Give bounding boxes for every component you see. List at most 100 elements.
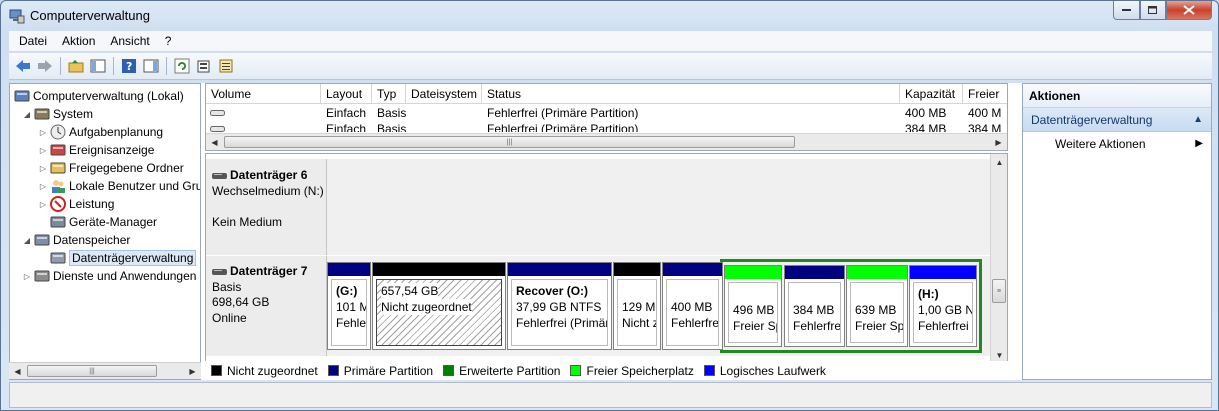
- disk-management-icon: [50, 252, 66, 264]
- scroll-thumb[interactable]: |||: [27, 365, 157, 377]
- disk-6-partitions-area: [327, 159, 991, 255]
- collapsed-arrow-icon[interactable]: ▷: [38, 200, 48, 209]
- partition-block[interactable]: 384 MB Fehlerfrei: [784, 265, 845, 347]
- col-status-header[interactable]: Status: [482, 84, 900, 104]
- partition-size: 129 MB: [622, 300, 656, 314]
- partition-legend: Nicht zugeordnet Primäre Partition Erweite…: [205, 361, 1008, 380]
- disk-drive-icon: [212, 172, 227, 179]
- expanded-arrow-icon[interactable]: ◢: [22, 236, 32, 245]
- scroll-thumb[interactable]: |||: [224, 136, 795, 148]
- back-button[interactable]: [13, 56, 33, 76]
- col-typ-header[interactable]: Typ: [372, 84, 406, 104]
- col-dateisystem-header[interactable]: Dateisystem: [406, 84, 482, 104]
- legend-item: Nicht zugeordnet: [211, 364, 318, 378]
- actions-pane: Aktionen Datenträgerverwaltung ▲ Weitere …: [1022, 83, 1212, 380]
- partition-size: 639 MB: [855, 303, 897, 317]
- collapsed-arrow-icon[interactable]: ▷: [38, 128, 48, 137]
- partition-block[interactable]: (H:) 1,00 GB NTFS Fehlerfrei: [909, 265, 977, 347]
- volume-list-horizontal-scrollbar[interactable]: ◀ ||| ▶: [206, 133, 1007, 150]
- partition-size: 496 MB: [733, 303, 775, 317]
- disk-7-partitions-area: (G:)101 MBFehlerfrei657,54 GBNicht zugeo…: [327, 256, 991, 356]
- properties-button[interactable]: [194, 56, 214, 76]
- collapsed-arrow-icon[interactable]: ▷: [22, 272, 32, 281]
- partition-color-bar: [328, 263, 370, 276]
- col-layout-header[interactable]: Layout: [321, 84, 372, 104]
- tree-item[interactable]: ◢ Datenspeicher: [22, 231, 130, 249]
- help-button[interactable]: ?: [119, 56, 139, 76]
- partition-status: Fehlerfrei: [793, 319, 841, 333]
- scroll-left-icon[interactable]: ◀: [206, 134, 223, 150]
- disk-size: 698,64 GB: [212, 295, 270, 309]
- title-bar[interactable]: Computerverwaltung: [1, 1, 1218, 31]
- export-list-button[interactable]: [216, 56, 236, 76]
- partition-block[interactable]: Recover (O:) 37,99 GB NTFS Fehlerfrei (Pri…: [507, 262, 612, 350]
- collapsed-arrow-icon[interactable]: ▷: [38, 182, 48, 191]
- tree-item-label: Geräte-Manager: [69, 215, 158, 229]
- collapsed-arrow-icon[interactable]: ▷: [38, 164, 48, 173]
- legend-item: Logisches Laufwerk: [703, 364, 826, 378]
- disk-view-vertical-scrollbar[interactable]: ▲ ≡ ▼: [990, 154, 1007, 363]
- scroll-left-icon[interactable]: ◀: [9, 363, 26, 379]
- tree-item[interactable]: ▷ Freigegebene Ordner: [38, 159, 184, 177]
- col-freier-header[interactable]: Freier: [963, 84, 1007, 104]
- more-actions-item[interactable]: Weitere Aktionen ▶: [1023, 132, 1211, 156]
- col-volume-header[interactable]: Volume: [206, 84, 321, 104]
- partition-size: 657,54 GB: [381, 283, 439, 299]
- tree-item[interactable]: ▷ Ereignisanzeige: [38, 141, 154, 159]
- tree-item[interactable]: ◢ System: [22, 105, 93, 123]
- table-row[interactable]: Einfach Basis Fehlerfrei (Primäre Partitio…: [206, 121, 1007, 132]
- tree-item[interactable]: ▷ Lokale Benutzer und Gruppen: [38, 177, 200, 195]
- tools-icon: [34, 108, 50, 120]
- partition-label: (H:): [918, 287, 939, 301]
- scroll-right-icon[interactable]: ▶: [990, 134, 1007, 150]
- table-cell-kapazitaet: 400 MB: [905, 106, 947, 120]
- collapsed-arrow-icon[interactable]: ▷: [38, 146, 48, 155]
- col-kapazitaet-header[interactable]: Kapazität: [900, 84, 963, 104]
- refresh-button[interactable]: [172, 56, 192, 76]
- help-icon: ?: [122, 59, 136, 73]
- partition-block[interactable]: 129 MB Nicht zugeordnet: [613, 262, 661, 350]
- expanded-arrow-icon[interactable]: ◢: [22, 110, 32, 119]
- table-cell-layout: Einfach: [326, 106, 367, 120]
- disk-graphical-view: Datenträger 6 Wechselmedium (N:) Kein Me…: [205, 153, 1008, 364]
- tree-item[interactable]: Geräte-Manager: [38, 213, 157, 231]
- scroll-right-icon[interactable]: ▶: [184, 363, 201, 379]
- tree-item[interactable]: Datenträgerverwaltung: [38, 249, 197, 267]
- legend-swatch: [570, 365, 582, 376]
- collapse-up-icon[interactable]: ▲: [1193, 108, 1203, 132]
- table-row[interactable]: Einfach Basis Fehlerfrei (Primäre Partitio…: [206, 105, 1007, 121]
- services-icon: [34, 270, 50, 282]
- tree-horizontal-scrollbar[interactable]: ◀ ||| ▶: [9, 362, 201, 379]
- action-pane-button[interactable]: [141, 56, 161, 76]
- close-button[interactable]: [1166, 1, 1212, 20]
- tree-item[interactable]: ▷ Dienste und Anwendungen: [22, 267, 197, 285]
- partition-block[interactable]: (G:) 101 MB Fehlerfrei: [327, 262, 371, 350]
- tree-item[interactable]: Computerverwaltung (Lokal): [12, 87, 184, 105]
- forward-button[interactable]: [35, 56, 55, 76]
- scroll-thumb[interactable]: ≡: [992, 279, 1006, 303]
- menu-ansicht[interactable]: Ansicht: [100, 34, 154, 48]
- partition-block[interactable]: 657,54 GB Nicht zugeordnet: [372, 262, 506, 350]
- disk-6-row[interactable]: Datenträger 6 Wechselmedium (N:) Kein Me…: [206, 159, 991, 255]
- tree-item[interactable]: ▷ Aufgabenplanung: [38, 123, 163, 141]
- scroll-up-icon[interactable]: ▲: [991, 154, 1007, 170]
- volume-list-header: Volume Layout Typ Dateisystem Status Kapazitä…: [206, 84, 1007, 104]
- partition-size: 37,99 GB NTFS: [516, 300, 602, 314]
- up-folder-button[interactable]: [66, 56, 86, 76]
- minimize-button[interactable]: [1113, 1, 1140, 20]
- partition-block[interactable]: 400 MB Fehlerfrei: [662, 262, 723, 350]
- menu-help[interactable]: ?: [155, 34, 177, 48]
- maximize-button[interactable]: [1140, 1, 1166, 20]
- disk-7-row[interactable]: Datenträger 7 Basis 698,64 GB Online (G:…: [206, 256, 991, 356]
- menu-datei[interactable]: Datei: [9, 34, 52, 48]
- show-hide-tree-button[interactable]: [88, 56, 108, 76]
- partition-label: [671, 283, 718, 299]
- folder-up-icon: [68, 60, 84, 73]
- svg-text:?: ?: [126, 60, 132, 73]
- actions-section-disk-management[interactable]: Datenträgerverwaltung ▲: [1023, 108, 1211, 132]
- legend-label: Erweiterte Partition: [459, 363, 561, 378]
- tree-item[interactable]: ▷ Leistung: [38, 195, 114, 213]
- partition-block[interactable]: 639 MB Freier Speicherplatz: [846, 265, 908, 347]
- menu-aktion[interactable]: Aktion: [52, 34, 100, 48]
- partition-block[interactable]: 496 MB Freier Speicherplatz: [724, 265, 782, 347]
